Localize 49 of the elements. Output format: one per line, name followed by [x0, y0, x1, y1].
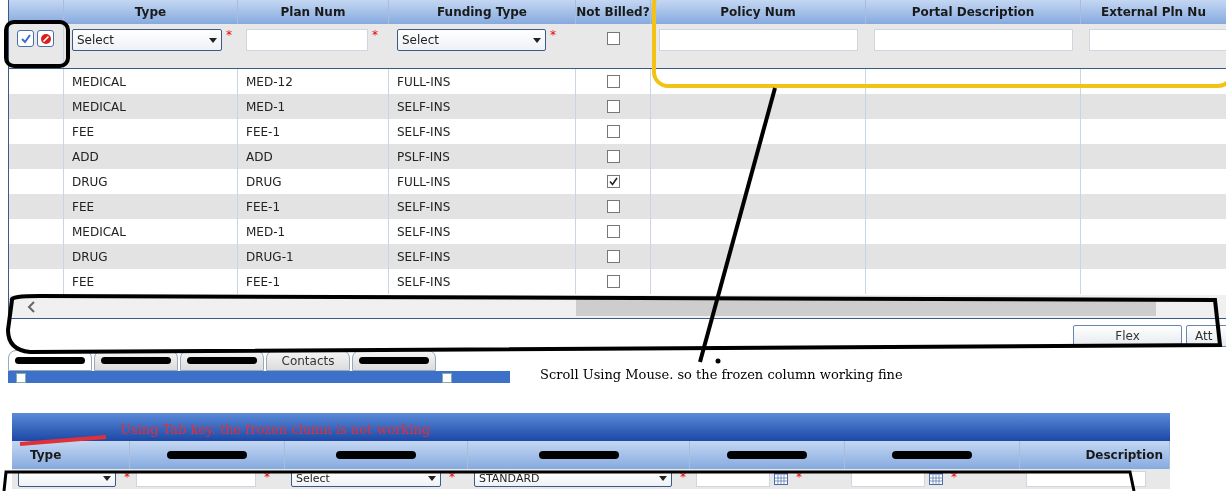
caret-icon	[533, 37, 541, 43]
checkbox[interactable]	[606, 275, 620, 288]
caret-icon	[659, 476, 667, 481]
column-header: Funding Type	[437, 4, 527, 21]
table-cell: FEE-1	[238, 269, 389, 294]
caret-icon	[103, 476, 111, 481]
checkbox[interactable]	[606, 100, 620, 113]
input-field[interactable]	[659, 29, 858, 51]
confirm-button[interactable]	[17, 30, 34, 47]
checkbox[interactable]	[606, 250, 620, 263]
column-header: External Pln Nu	[1101, 4, 1206, 21]
input-field[interactable]	[246, 29, 368, 51]
checkbox[interactable]	[606, 125, 620, 138]
checkbox[interactable]	[607, 32, 620, 45]
checkbox[interactable]	[606, 200, 620, 213]
column-header: Not Billed?	[576, 4, 650, 21]
column-header: Plan Num	[280, 4, 346, 21]
required-mark: *	[264, 470, 270, 483]
select-field[interactable]: Select	[397, 29, 546, 51]
required-mark: *	[226, 29, 232, 41]
column-header: Portal Description	[911, 4, 1035, 21]
check-icon	[19, 32, 32, 45]
caret-icon	[209, 37, 217, 43]
required-mark: *	[796, 470, 802, 483]
column-header: Policy Num	[720, 4, 796, 21]
required-mark: *	[124, 470, 130, 483]
checkbox[interactable]	[606, 225, 620, 238]
required-mark: *	[680, 470, 686, 483]
column-header: Description	[1085, 446, 1163, 464]
required-mark: *	[951, 470, 957, 483]
table-cell: FEE	[64, 269, 238, 294]
scroll-left-icon[interactable]	[27, 300, 37, 313]
caret-icon	[428, 476, 436, 481]
annotation-text: Scroll Using Mouse. so the frozen column working fine	[540, 366, 903, 384]
input-field[interactable]	[874, 29, 1073, 51]
cancel-button[interactable]	[37, 30, 54, 47]
checkbox[interactable]	[606, 175, 620, 188]
table-cell: SELF-INS	[389, 269, 576, 294]
checkbox[interactable]	[606, 150, 620, 163]
required-mark: *	[550, 29, 556, 41]
tab[interactable]	[352, 350, 436, 371]
column-header: Type	[134, 4, 167, 21]
checkbox[interactable]	[606, 75, 620, 88]
select-field[interactable]: Select	[72, 29, 222, 51]
column-header: Type	[30, 446, 62, 464]
required-mark: *	[449, 470, 455, 483]
cancel-icon	[39, 32, 52, 45]
annotation-text: Using Tab key. the frozen clumn is not working	[120, 420, 431, 439]
required-mark: *	[372, 29, 378, 41]
